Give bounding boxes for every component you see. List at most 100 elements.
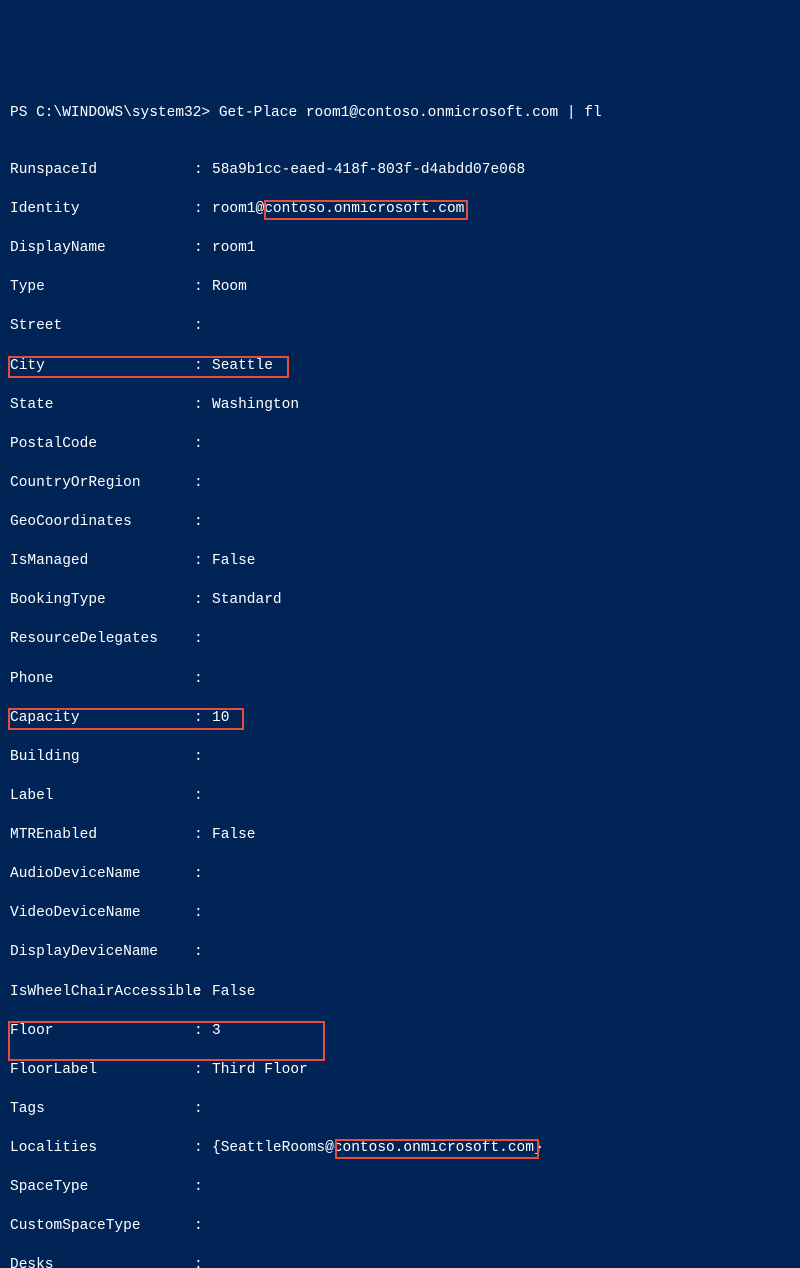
separator: :	[194, 474, 212, 494]
key-countryorregion: CountryOrRegion	[10, 474, 194, 494]
row-street: Street:	[10, 317, 790, 337]
row-runspaceid: RunspaceId:58a9b1cc-eaed-418f-803f-d4abd…	[10, 161, 790, 181]
val-localities: {SeattleRooms@contoso.onmicrosoft.com}	[212, 1139, 543, 1159]
val-identity: room1@contoso.onmicrosoft.com	[212, 200, 464, 220]
key-mtrenabled: MTREnabled	[10, 826, 194, 846]
val-ismanaged: False	[212, 552, 256, 572]
separator: :	[194, 983, 212, 1003]
row-identity: Identity:room1@contoso.onmicrosoft.com	[10, 200, 790, 220]
row-building: Building:	[10, 748, 790, 768]
key-videodevicename: VideoDeviceName	[10, 904, 194, 924]
row-ismanaged: IsManaged:False	[10, 552, 790, 572]
row-localities: Localities:{SeattleRooms@contoso.onmicro…	[10, 1139, 790, 1159]
separator: :	[194, 1100, 212, 1120]
key-postalcode: PostalCode	[10, 435, 194, 455]
separator: :	[194, 239, 212, 259]
val-floor: 3	[212, 1022, 221, 1042]
row-audiodevicename: AudioDeviceName:	[10, 865, 790, 885]
separator: :	[194, 1178, 212, 1198]
key-city: City	[10, 357, 194, 377]
separator: :	[194, 357, 212, 377]
key-type: Type	[10, 278, 194, 298]
row-desks: Desks:	[10, 1256, 790, 1268]
key-label: Label	[10, 787, 194, 807]
separator: :	[194, 787, 212, 807]
val-iswheelchairaccessible: False	[212, 983, 256, 1003]
key-state: State	[10, 396, 194, 416]
row-iswheelchairaccessible: IsWheelChairAccessible:False	[10, 983, 790, 1003]
key-building: Building	[10, 748, 194, 768]
separator: :	[194, 865, 212, 885]
separator: :	[194, 748, 212, 768]
separator: :	[194, 1217, 212, 1237]
row-countryorregion: CountryOrRegion:	[10, 474, 790, 494]
separator: :	[194, 278, 212, 298]
terminal-output[interactable]: PS C:\WINDOWS\system32> Get-Place room1@…	[10, 84, 790, 1268]
separator: :	[194, 826, 212, 846]
key-customspacetype: CustomSpaceType	[10, 1217, 194, 1237]
row-bookingtype: BookingType:Standard	[10, 591, 790, 611]
row-phone: Phone:	[10, 670, 790, 690]
row-spacetype: SpaceType:	[10, 1178, 790, 1198]
key-runspaceid: RunspaceId	[10, 161, 194, 181]
key-localities: Localities	[10, 1139, 194, 1159]
key-audiodevicename: AudioDeviceName	[10, 865, 194, 885]
separator: :	[194, 904, 212, 924]
row-mtrenabled: MTREnabled:False	[10, 826, 790, 846]
key-capacity: Capacity	[10, 709, 194, 729]
val-type: Room	[212, 278, 247, 298]
val-floorlabel: Third Floor	[212, 1061, 308, 1081]
row-geocoordinates: GeoCoordinates:	[10, 513, 790, 533]
key-displaydevicename: DisplayDeviceName	[10, 943, 194, 963]
separator: :	[194, 630, 212, 650]
separator: :	[194, 591, 212, 611]
key-ismanaged: IsManaged	[10, 552, 194, 572]
key-geocoordinates: GeoCoordinates	[10, 513, 194, 533]
key-street: Street	[10, 317, 194, 337]
val-displayname: room1	[212, 239, 256, 259]
key-desks: Desks	[10, 1256, 194, 1268]
separator: :	[194, 435, 212, 455]
row-floorlabel: FloorLabel:Third Floor	[10, 1061, 790, 1081]
separator: :	[194, 1061, 212, 1081]
key-identity: Identity	[10, 200, 194, 220]
separator: :	[194, 200, 212, 220]
key-floor: Floor	[10, 1022, 194, 1042]
row-postalcode: PostalCode:	[10, 435, 790, 455]
row-displaydevicename: DisplayDeviceName:	[10, 943, 790, 963]
separator: :	[194, 943, 212, 963]
row-floor: Floor:3	[10, 1022, 790, 1042]
separator: :	[194, 513, 212, 533]
separator: :	[194, 1022, 212, 1042]
val-bookingtype: Standard	[212, 591, 282, 611]
row-label: Label:	[10, 787, 790, 807]
separator: :	[194, 709, 212, 729]
key-floorlabel: FloorLabel	[10, 1061, 194, 1081]
row-tags: Tags:	[10, 1100, 790, 1120]
row-displayname: DisplayName:room1	[10, 239, 790, 259]
separator: :	[194, 670, 212, 690]
key-displayname: DisplayName	[10, 239, 194, 259]
separator: :	[194, 552, 212, 572]
separator: :	[194, 161, 212, 181]
val-mtrenabled: False	[212, 826, 256, 846]
separator: :	[194, 396, 212, 416]
row-city: City:Seattle	[10, 357, 790, 377]
key-phone: Phone	[10, 670, 194, 690]
row-customspacetype: CustomSpaceType:	[10, 1217, 790, 1237]
key-resourcedelegates: ResourceDelegates	[10, 630, 194, 650]
row-capacity: Capacity:10	[10, 709, 790, 729]
val-state: Washington	[212, 396, 299, 416]
row-state: State:Washington	[10, 396, 790, 416]
val-runspaceid: 58a9b1cc-eaed-418f-803f-d4abdd07e068	[212, 161, 525, 181]
key-spacetype: SpaceType	[10, 1178, 194, 1198]
key-bookingtype: BookingType	[10, 591, 194, 611]
val-city: Seattle	[212, 357, 273, 377]
separator: :	[194, 317, 212, 337]
row-resourcedelegates: ResourceDelegates:	[10, 630, 790, 650]
row-videodevicename: VideoDeviceName:	[10, 904, 790, 924]
command-prompt-line: PS C:\WINDOWS\system32> Get-Place room1@…	[10, 104, 790, 124]
separator: :	[194, 1139, 212, 1159]
val-capacity: 10	[212, 709, 229, 729]
separator: :	[194, 1256, 212, 1268]
